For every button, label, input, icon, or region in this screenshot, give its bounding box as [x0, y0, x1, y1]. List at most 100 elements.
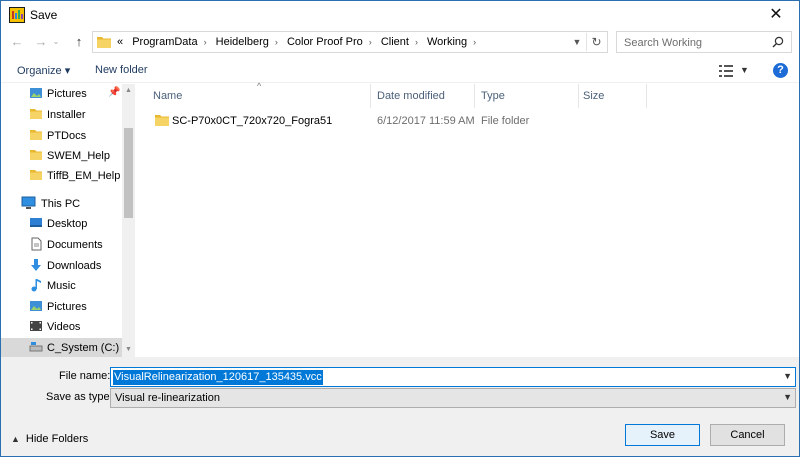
column-divider[interactable] [474, 84, 475, 108]
filename-label: File name: [59, 370, 111, 382]
nav-item-music[interactable]: Music [1, 276, 122, 296]
new-folder-button[interactable]: New folder [95, 64, 148, 76]
chevron-down-icon[interactable]: ▼ [783, 371, 792, 381]
file-date: 6/12/2017 11:59 AM [377, 115, 475, 127]
download-icon [31, 259, 41, 271]
nav-item-this-pc[interactable]: This PC [1, 194, 122, 214]
chevron-up-icon: ▲ [11, 434, 20, 444]
up-button[interactable]: ↑ [69, 33, 89, 51]
column-divider[interactable] [370, 84, 371, 108]
pin-icon: 📌 [108, 87, 121, 98]
folder-icon [155, 115, 169, 126]
column-divider[interactable] [578, 84, 579, 108]
nav-item-c-drive[interactable]: C_System (C:) [1, 338, 122, 357]
hide-folders-label: Hide Folders [25, 433, 89, 445]
drive-icon [29, 342, 43, 352]
pictures-icon [30, 301, 42, 311]
toolbar: Organize ▾ New folder [1, 59, 799, 83]
desktop-icon [30, 218, 42, 227]
close-button[interactable]: ✕ [753, 1, 799, 29]
chevron-down-icon: ⌄ [52, 37, 60, 46]
back-button[interactable]: ← [7, 33, 27, 51]
save-button[interactable]: Save [625, 424, 700, 446]
address-dropdown-button[interactable]: ▼ [569, 34, 585, 50]
breadcrumb-working[interactable]: Working [427, 36, 467, 48]
column-header-size[interactable]: Size [583, 84, 604, 108]
folder-icon [97, 37, 111, 48]
nav-item-videos[interactable]: Videos [1, 317, 122, 337]
column-divider[interactable] [646, 84, 647, 108]
search-icon[interactable] [772, 36, 784, 48]
arrow-left-icon: ← [10, 34, 24, 49]
chevron-down-icon: ▼ [572, 37, 582, 47]
view-dropdown-button[interactable]: ▼ [740, 65, 749, 75]
close-icon: ✕ [769, 6, 783, 23]
navigation-pane: Pictures 📌 Installer PTDocs SWEM_Help Ti… [1, 84, 135, 357]
nav-item-desktop[interactable]: Desktop [1, 214, 122, 234]
breadcrumb-heidelberg[interactable]: Heidelberg [216, 36, 269, 48]
title-bar: Save ✕ [1, 1, 799, 29]
recent-locations-button[interactable]: ⌄ [49, 33, 63, 51]
breadcrumb-color-proof-pro[interactable]: Color Proof Pro [287, 36, 363, 48]
view-options-icon[interactable] [719, 65, 733, 77]
save-type-value: Visual re-linearization [115, 392, 220, 404]
scroll-up-icon[interactable]: ▲ [122, 85, 135, 97]
file-type: File folder [481, 115, 530, 127]
help-icon[interactable]: ? [773, 63, 788, 78]
videos-icon [30, 321, 42, 331]
chevron-right-icon: › [203, 37, 207, 47]
folder-icon [30, 170, 42, 180]
nav-item-ptdocs[interactable]: PTDocs [1, 126, 122, 146]
nav-item-downloads[interactable]: Downloads [1, 256, 122, 276]
nav-item-installer[interactable]: Installer [1, 105, 122, 125]
column-header-type[interactable]: Type [481, 84, 505, 108]
sort-ascending-icon: ^ [257, 81, 262, 91]
folder-icon [30, 109, 42, 119]
folder-icon [30, 150, 42, 160]
app-icon [9, 7, 25, 23]
chevron-down-icon: ▼ [783, 392, 792, 402]
arrow-up-icon: ↑ [75, 34, 83, 49]
column-header-name[interactable]: Name [153, 84, 182, 108]
nav-item-documents[interactable]: Documents [1, 235, 122, 255]
filename-input[interactable]: VisualRelinearization_120617_135435.vcc … [110, 367, 796, 387]
search-placeholder: Search Working [624, 37, 703, 49]
scroll-down-icon[interactable]: ▼ [122, 344, 135, 356]
documents-icon [31, 237, 42, 251]
chevron-right-icon: › [274, 37, 278, 47]
cancel-button[interactable]: Cancel [710, 424, 785, 446]
column-header-date[interactable]: Date modified [377, 84, 445, 108]
nav-item-tiffb-em-help[interactable]: TiffB_EM_Help [1, 166, 122, 186]
refresh-button[interactable]: ↻ [586, 33, 606, 51]
chevron-right-icon: › [368, 37, 372, 47]
nav-item-pictures[interactable]: Pictures [1, 297, 122, 317]
arrow-right-icon: → [34, 34, 48, 49]
breadcrumb: « ProgramData › Heidelberg › Color Proof P… [117, 36, 482, 48]
filename-value: VisualRelinearization_120617_135435.vcc [113, 370, 323, 385]
breadcrumb-programdata[interactable]: ProgramData [132, 36, 197, 48]
scroll-thumb[interactable] [124, 128, 133, 218]
breadcrumb-client[interactable]: Client [381, 36, 409, 48]
forward-button[interactable]: → [31, 33, 51, 51]
search-input[interactable]: Search Working [616, 31, 792, 53]
organize-button[interactable]: Organize ▾ [17, 64, 70, 77]
nav-item-pictures-quick[interactable]: Pictures 📌 [1, 84, 122, 104]
breadcrumb-overflow[interactable]: « [117, 36, 123, 48]
chevron-right-icon: › [473, 37, 477, 47]
folder-icon [30, 130, 42, 140]
table-row[interactable]: SC-P70x0CT_720x720_Fogra51 6/12/2017 11:… [145, 111, 535, 131]
save-type-select[interactable]: Visual re-linearization ▼ [110, 388, 796, 408]
file-name: SC-P70x0CT_720x720_Fogra51 [172, 115, 333, 127]
save-type-label: Save as type: [46, 391, 113, 403]
window-title: Save [30, 8, 58, 22]
nav-scrollbar[interactable]: ▲ ▼ [122, 84, 135, 357]
hide-folders-button[interactable]: ▲ Hide Folders [11, 433, 88, 445]
file-list: ^ Name Date modified Type Size SC-P70x0C… [137, 81, 799, 357]
address-bar[interactable]: « ProgramData › Heidelberg › Color Proof P… [92, 31, 608, 53]
nav-item-swem-help[interactable]: SWEM_Help [1, 146, 122, 166]
refresh-icon: ↻ [591, 35, 602, 49]
save-dialog: Save ✕ ← → ⌄ ↑ « ProgramData › Heidelberg… [0, 0, 800, 457]
chevron-right-icon: › [414, 37, 418, 47]
computer-icon [21, 196, 36, 209]
pictures-icon [30, 88, 42, 98]
